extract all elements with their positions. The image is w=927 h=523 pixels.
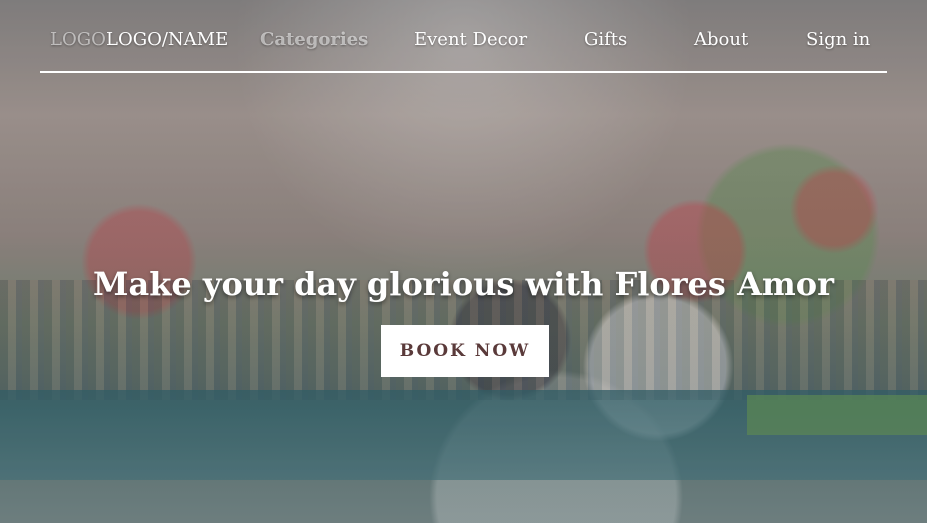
- nav-event-decor[interactable]: Event Decor: [414, 29, 527, 50]
- nav-gifts[interactable]: Gifts: [584, 29, 627, 50]
- book-now-button[interactable]: BOOK NOW: [381, 325, 549, 377]
- hero-title: Make your day glorious with Flores Amor: [93, 265, 834, 304]
- top-navigation: LOGO LOGO/NAME Categories Event Decor Gi…: [40, 0, 887, 73]
- background-overlay: [0, 0, 927, 523]
- logo-link[interactable]: LOGO/NAME: [106, 29, 228, 50]
- nav-about[interactable]: About: [694, 29, 748, 50]
- nav-categories[interactable]: Categories: [260, 29, 368, 50]
- logo-ghost-text: LOGO: [50, 29, 106, 50]
- nav-sign-in[interactable]: Sign in: [806, 29, 870, 50]
